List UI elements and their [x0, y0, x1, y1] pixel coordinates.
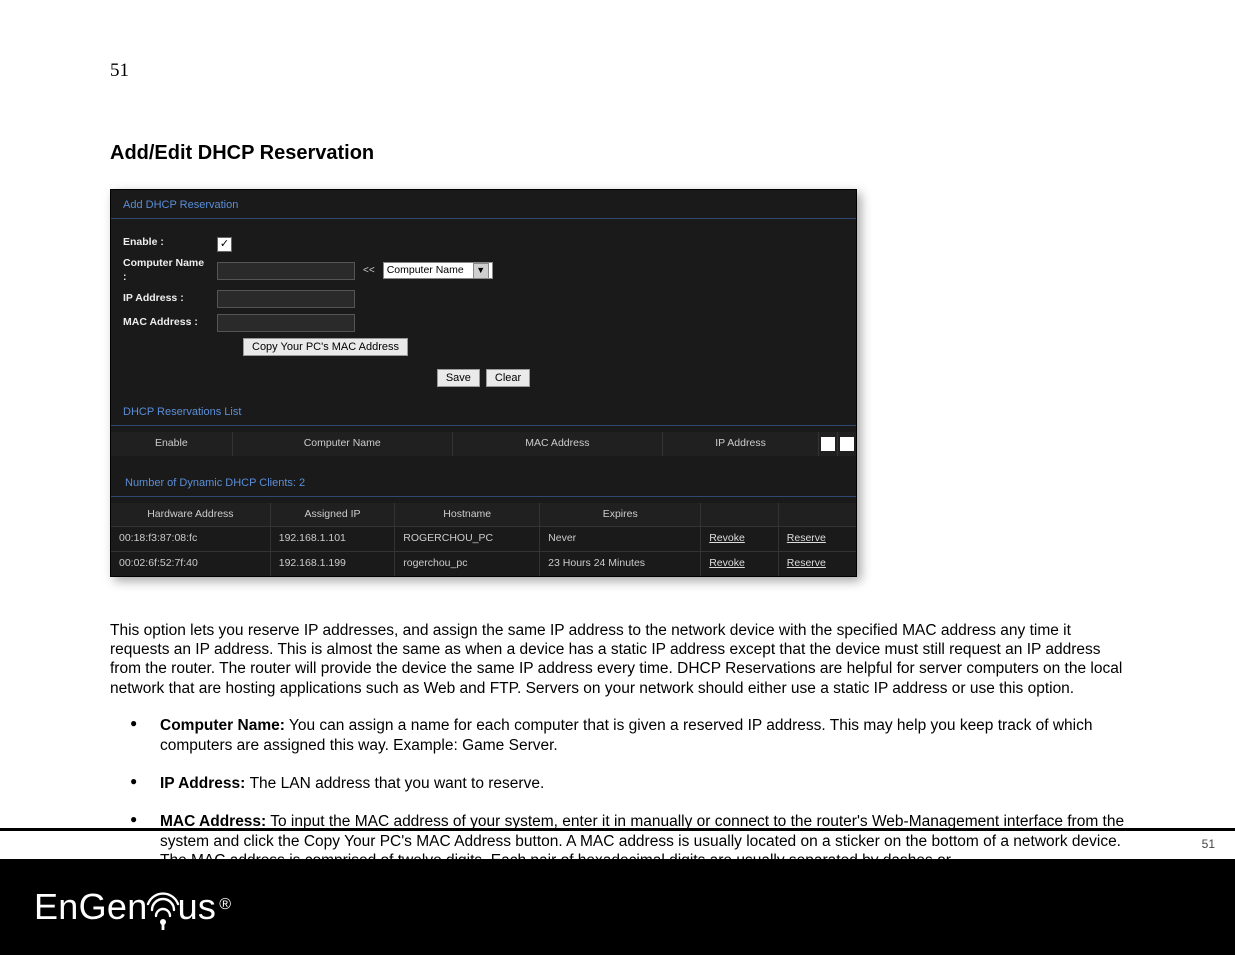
computer-name-input[interactable]: [217, 262, 355, 280]
item-text: You can assign a name for each computer …: [160, 717, 1093, 754]
action-col-2[interactable]: [838, 432, 856, 456]
computer-name-dropdown[interactable]: Computer Name ▼: [383, 262, 493, 279]
revoke-link[interactable]: Revoke: [701, 552, 779, 576]
logo-text-2: us: [178, 886, 217, 928]
copy-mac-button[interactable]: Copy Your PC's MAC Address: [243, 338, 408, 356]
label-ip-address: IP Address :: [123, 292, 209, 306]
cell-exp: 23 Hours 24 Minutes: [540, 552, 701, 576]
logo-text-1: EnGen: [34, 886, 148, 928]
table-row: 00:18:f3:87:08:fc 192.168.1.101 ROGERCHO…: [111, 527, 856, 552]
label-computer-name: Computer Name :: [123, 257, 209, 284]
col-assigned-ip: Assigned IP: [270, 503, 394, 527]
insert-arrow-button[interactable]: <<: [363, 264, 375, 277]
item-text: The LAN address that you want to reserve…: [250, 775, 545, 792]
col-action-2: [778, 503, 856, 527]
col-hostname: Hostname: [395, 503, 540, 527]
cell-ip: 192.168.1.101: [270, 527, 394, 552]
reservations-list-title: DHCP Reservations List: [111, 397, 856, 425]
engenius-logo: EnGen us ®: [34, 886, 228, 928]
mac-address-input[interactable]: [217, 314, 355, 332]
col-hardware-address: Hardware Address: [111, 503, 270, 527]
registered-icon: ®: [219, 896, 231, 914]
col-enable: Enable: [111, 432, 232, 456]
list-item: IP Address: The LAN address that you wan…: [130, 774, 1125, 794]
reserve-link[interactable]: Reserve: [778, 552, 856, 576]
clear-button[interactable]: Clear: [486, 369, 530, 387]
add-reservation-title: Add DHCP Reservation: [111, 190, 856, 218]
chevron-down-icon: ▼: [473, 263, 489, 279]
table-row: 00:02:6f:52:7f:40 192.168.1.199 rogercho…: [111, 552, 856, 576]
router-ui-panel: Add DHCP Reservation Enable : ✓ Computer…: [110, 189, 857, 577]
revoke-link[interactable]: Revoke: [701, 527, 779, 552]
page-number-footer: 51: [0, 831, 1235, 859]
page-footer: 51 EnGen us ®: [0, 828, 1235, 954]
reserve-link[interactable]: Reserve: [778, 527, 856, 552]
col-expires: Expires: [540, 503, 701, 527]
cell-host: rogerchou_pc: [395, 552, 540, 576]
save-button[interactable]: Save: [437, 369, 480, 387]
dropdown-selected-value: Computer Name: [387, 264, 464, 278]
item-label: IP Address:: [160, 775, 250, 792]
cell-hw: 00:18:f3:87:08:fc: [111, 527, 270, 552]
page-number-top: 51: [110, 60, 1125, 82]
clients-table: Hardware Address Assigned IP Hostname Ex…: [111, 503, 856, 576]
label-enable: Enable :: [123, 236, 209, 250]
dynamic-clients-count: Number of Dynamic DHCP Clients: 2: [111, 470, 856, 496]
col-computer-name: Computer Name: [232, 432, 452, 456]
cell-exp: Never: [540, 527, 701, 552]
action-col-1[interactable]: [819, 432, 838, 456]
cell-hw: 00:02:6f:52:7f:40: [111, 552, 270, 576]
wifi-icon: [146, 890, 180, 930]
cell-ip: 192.168.1.199: [270, 552, 394, 576]
item-label: Computer Name:: [160, 717, 285, 734]
reservations-table: Enable Computer Name MAC Address IP Addr…: [111, 432, 856, 456]
col-mac: MAC Address: [452, 432, 662, 456]
intro-paragraph: This option lets you reserve IP addresse…: [110, 621, 1125, 699]
label-mac-address: MAC Address :: [123, 316, 209, 330]
enable-checkbox[interactable]: ✓: [217, 237, 232, 252]
col-action-1: [701, 503, 779, 527]
col-ip: IP Address: [662, 432, 818, 456]
list-item: Computer Name: You can assign a name for…: [130, 716, 1125, 756]
cell-host: ROGERCHOU_PC: [395, 527, 540, 552]
section-heading: Add/Edit DHCP Reservation: [110, 142, 1125, 165]
ip-address-input[interactable]: [217, 290, 355, 308]
